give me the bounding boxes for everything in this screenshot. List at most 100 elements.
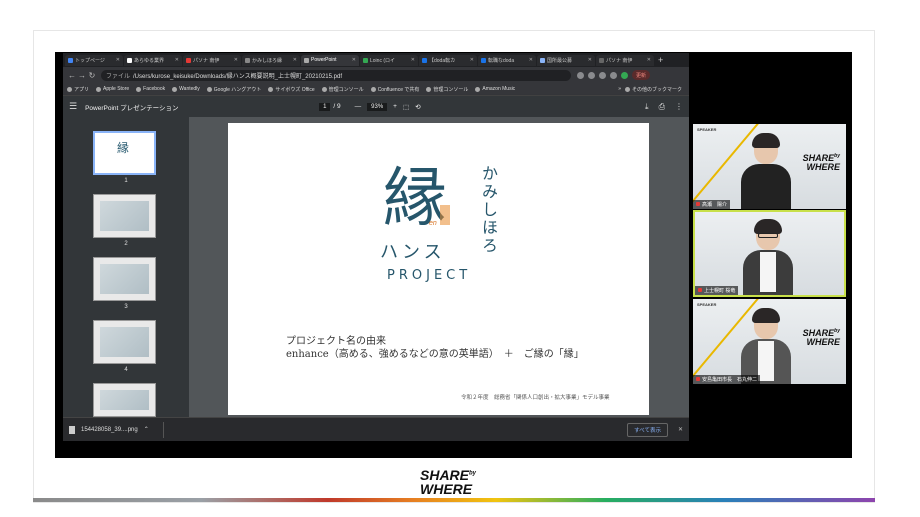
reload-icon[interactable]: ↻: [87, 71, 97, 80]
menu-icon[interactable]: ☰: [69, 101, 77, 112]
thumbnail-page[interactable]: [93, 320, 156, 364]
mic-muted-icon: [696, 377, 700, 381]
thumbnail-number: 3: [124, 304, 128, 310]
share-by-where-logo: SHAREby WHERE: [803, 329, 840, 347]
tab-label: パソナ 南伊: [606, 57, 633, 64]
thumbnail-page[interactable]: 縁: [93, 131, 156, 175]
participant-hair: [754, 219, 782, 234]
bookmark-item[interactable]: Apple Store: [96, 86, 129, 92]
avatar[interactable]: [621, 71, 628, 79]
close-icon[interactable]: ✕: [678, 426, 683, 433]
browser-tab[interactable]: トップページ ✕: [65, 54, 123, 66]
tab-label: 転職なdoda: [488, 57, 515, 64]
tab-label: 国所最公募: [547, 57, 573, 64]
bookmark-label: Apple Store: [103, 86, 130, 92]
participant-figure: [741, 133, 791, 209]
tab-favicon-icon: [599, 57, 604, 63]
bookmark-item[interactable]: Google ハングアウト: [206, 86, 262, 93]
close-icon[interactable]: ✕: [468, 57, 474, 63]
extension-icon[interactable]: [588, 71, 595, 79]
pdf-toolbar: ☰ PowerPoint プレゼンテーション 1 / 9 — 93% + ⬚ ⟲…: [63, 96, 689, 117]
other-bookmarks[interactable]: その他のブックマーク: [624, 86, 682, 93]
download-bar: 154428058_39....png ⌃ すべて表示 ✕: [63, 417, 689, 441]
page-indicator: 1 / 9: [319, 102, 341, 111]
thumbnail-image: [100, 264, 149, 294]
participant-name-label: 高瀬 陽介: [702, 202, 728, 208]
tab-favicon-icon: [127, 57, 132, 63]
close-icon[interactable]: ✕: [114, 57, 120, 63]
close-icon[interactable]: ✕: [645, 57, 651, 63]
browser-tab[interactable]: かみしほろ縁 ✕: [242, 54, 300, 66]
print-icon[interactable]: ⎙: [659, 102, 665, 112]
brand-by: by: [834, 328, 840, 334]
thumbnail-page[interactable]: [93, 257, 156, 301]
thumbnail-number: 4: [124, 367, 128, 373]
forward-icon[interactable]: →: [77, 71, 87, 80]
extension-icon[interactable]: [599, 71, 606, 79]
tab-label: あらゆる業界: [134, 57, 165, 64]
bookmark-item[interactable]: Facebook: [136, 86, 165, 92]
chevron-up-icon[interactable]: ⌃: [144, 426, 149, 433]
bookmark-label: その他のブックマーク: [631, 86, 682, 93]
extension-icon[interactable]: [577, 71, 584, 79]
close-icon[interactable]: ✕: [350, 57, 356, 63]
close-icon[interactable]: ✕: [586, 57, 592, 63]
download-icon[interactable]: ⤓: [645, 102, 649, 112]
rotate-icon[interactable]: ⟲: [415, 103, 420, 111]
participant-video-speaking[interactable]: 上士幌町 桜竜: [693, 210, 846, 297]
bookmark-icon: [426, 86, 432, 92]
thumbnail-number: 1: [124, 178, 128, 184]
browser-tab[interactable]: パソナ 南伊 ✕: [183, 54, 241, 66]
browser-tab[interactable]: 転職なdoda ✕: [478, 54, 536, 66]
bookmarks-more-button[interactable]: »: [618, 86, 621, 92]
footer-logo-by: by: [469, 470, 477, 477]
close-icon[interactable]: ✕: [527, 57, 533, 63]
participant-name-label: 安島亀田市長 石丸伸二: [702, 377, 758, 383]
close-icon[interactable]: ✕: [291, 57, 297, 63]
participant-body: [741, 164, 791, 209]
browser-tab-active[interactable]: PowerPoint ✕: [301, 54, 359, 66]
rainbow-stripe: [33, 498, 875, 502]
close-icon[interactable]: ✕: [173, 57, 179, 63]
back-icon[interactable]: ←: [67, 71, 77, 80]
download-item[interactable]: 154428058_39....png ⌃: [69, 421, 164, 438]
extension-icons: [577, 71, 628, 79]
tab-favicon-icon: [245, 57, 250, 63]
page-total: / 9: [333, 103, 341, 110]
close-icon[interactable]: ✕: [232, 57, 238, 63]
zoom-out-button[interactable]: —: [355, 103, 362, 110]
more-icon[interactable]: ⋮: [675, 102, 683, 112]
participant-video[interactable]: SPEAKER SHAREby WHERE 高瀬 陽介: [693, 124, 846, 209]
tab-bar: トップページ ✕ あらゆる業界 ✕ パソナ 南伊 ✕ かみしほろ縁 ✕ PowerPoi…: [63, 53, 689, 67]
new-tab-button[interactable]: +: [658, 55, 663, 65]
thumbnail-page[interactable]: [93, 383, 156, 417]
participant-video[interactable]: SPEAKER SHAREby WHERE 安島亀田市長 石丸伸二: [693, 299, 846, 384]
url-field[interactable]: ファイル /Users/kurose_keisuke/Downloads/縁ハン…: [101, 69, 571, 81]
extension-icon[interactable]: [610, 71, 617, 79]
show-all-button[interactable]: すべて表示: [627, 422, 668, 437]
bookmark-item[interactable]: Amazon Music: [475, 86, 515, 92]
bookmark-icon: [206, 86, 212, 92]
close-icon[interactable]: ✕: [409, 57, 415, 63]
fit-page-icon[interactable]: ⬚: [403, 103, 409, 111]
update-button[interactable]: 更新: [632, 70, 651, 80]
browser-tab[interactable]: 【doda転カ ✕: [419, 54, 477, 66]
bookmark-item[interactable]: サイボウズ Office: [268, 86, 315, 93]
bookmark-item[interactable]: Confluence で共有: [370, 86, 419, 93]
thumbnail-page[interactable]: [93, 194, 156, 238]
browser-tab[interactable]: 国所最公募 ✕: [537, 54, 595, 66]
bookmark-item[interactable]: アプリ: [67, 86, 89, 93]
browser-tab[interactable]: あらゆる業界 ✕: [124, 54, 182, 66]
bookmark-item[interactable]: 管理コンソール: [321, 86, 364, 93]
page-number-input[interactable]: 1: [319, 102, 331, 111]
browser-tab[interactable]: パソナ 南伊 ✕: [596, 54, 654, 66]
bookmark-item[interactable]: 管理コンソール: [426, 86, 468, 93]
browser-tab[interactable]: Loinc (ロイ ✕: [360, 54, 418, 66]
zoom-in-button[interactable]: +: [393, 103, 397, 110]
pdf-viewer: 縁 1 2 3 4 縁 en かみしほろ ハンス PROJECT プロジェクト名…: [63, 117, 689, 417]
bookmark-label: Google ハングアウト: [213, 86, 262, 93]
bookmark-item[interactable]: Wantedly: [172, 86, 200, 92]
thumbnail-image: [100, 390, 149, 410]
bookmark-label: 管理コンソール: [328, 86, 364, 93]
zoom-level[interactable]: 93%: [367, 102, 388, 111]
